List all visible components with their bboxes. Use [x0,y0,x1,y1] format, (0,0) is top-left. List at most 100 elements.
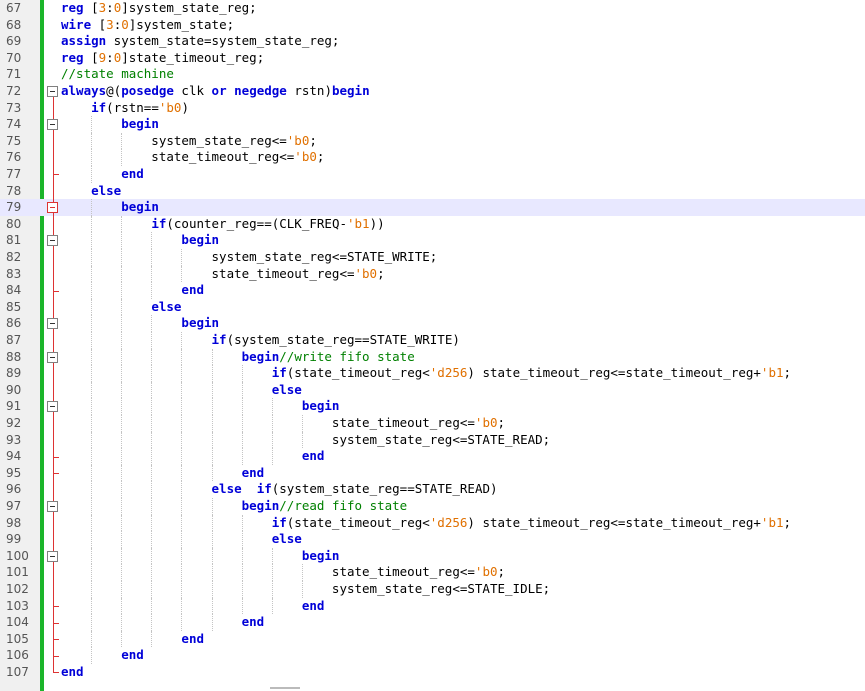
code-line[interactable]: 104 end [0,614,865,631]
indent-guide [91,315,93,332]
code-line[interactable]: 91 begin [0,398,865,415]
indent-guide [151,282,153,299]
code-line[interactable]: 85 else [0,299,865,316]
code-text: begin [181,232,220,248]
code-text: state_timeout_reg<='b0; [61,149,325,165]
fold-collapse-icon[interactable] [47,351,58,363]
code-text: end [181,630,204,646]
code-line[interactable]: 70 reg [9:0]state_timeout_reg; [0,50,865,67]
code-line[interactable]: 101 state_timeout_reg<='b0; [0,564,865,581]
indent-guide [121,431,123,449]
indent-guide [181,431,183,449]
indent-guide [211,415,213,432]
indent-guide [91,282,93,299]
code-line[interactable]: 79 begin [0,199,865,216]
code-text: begin//read fifo state [241,498,408,513]
indent-guide [301,415,303,432]
fold-collapse-icon[interactable] [47,501,58,512]
code-line[interactable]: 90 else [0,382,865,399]
code-line[interactable]: 83 state_timeout_reg<='b0; [0,266,865,283]
indent-guide [211,365,213,382]
code-line[interactable]: 94 end [0,448,865,465]
line-number: 72 [6,84,22,98]
indent-guide [121,149,123,166]
indent-guide [121,315,123,332]
line-number: 104 [6,615,29,630]
code-line[interactable]: 107 end [0,664,865,681]
indent-guide [91,597,93,615]
code-line[interactable]: 69 assign system_state=system_state_reg; [0,33,865,50]
line-number: 95 [6,465,22,480]
indent-guide [301,564,303,581]
code-line[interactable]: 71 //state machine [0,66,865,83]
indent-guide [91,614,93,631]
code-line[interactable]: 98 if(state_timeout_reg<'d256) state_tim… [0,515,865,532]
code-text: if(state_timeout_reg<'d256) state_timeou… [271,365,792,381]
code-line[interactable]: 67 reg [3:0]system_state_reg; [0,0,865,17]
indent-guide [91,348,93,366]
code-line[interactable]: 103 end [0,598,865,615]
fold-collapse-icon[interactable] [47,550,58,562]
code-text: reg [3:0]system_state_reg; [61,0,257,15]
fold-range-line [53,91,54,673]
code-line[interactable]: 81 begin [0,232,865,249]
code-line[interactable]: 92 state_timeout_reg<='b0; [0,415,865,432]
line-number: 97 [6,499,22,513]
indent-guide [181,381,183,399]
code-line[interactable]: 100 begin [0,548,865,565]
indent-guide [181,249,183,266]
indent-guide [151,464,153,482]
code-line[interactable]: 102 system_state_reg<=STATE_IDLE; [0,581,865,598]
indent-guide [241,431,243,449]
code-line[interactable]: 75 system_state_reg<='b0; [0,133,865,150]
code-line[interactable]: 89 if(state_timeout_reg<'d256) state_tim… [0,365,865,382]
fold-collapse-icon[interactable] [47,401,58,413]
code-line[interactable]: 88 begin//write fifo state [0,349,865,366]
code-text: begin [121,116,159,132]
indent-guide [271,597,273,615]
indent-guide [91,630,93,648]
code-line[interactable]: 68 wire [3:0]system_state; [0,17,865,34]
code-line[interactable]: 77 end [0,166,865,183]
code-line[interactable]: 73 if(rstn=='b0) [0,100,865,117]
code-line[interactable]: 80 if(counter_reg==(CLK_FREQ-'b1)) [0,216,865,233]
code-line[interactable]: 106 end [0,647,865,664]
code-line[interactable]: 82 system_state_reg<=STATE_WRITE; [0,249,865,266]
fold-collapse-icon[interactable] [47,235,58,247]
fold-collapse-icon[interactable] [47,86,58,97]
code-line[interactable]: 105 end [0,631,865,648]
indent-guide [91,232,93,249]
fold-collapse-icon[interactable] [47,318,58,330]
fold-end-marker [53,655,59,657]
indent-guide [151,498,153,515]
code-line[interactable]: 74 begin [0,116,865,133]
indent-guide [181,348,183,366]
indent-guide [271,415,273,432]
indent-guide [91,647,93,664]
code-line[interactable]: 99 else [0,531,865,548]
code-line[interactable]: 76 state_timeout_reg<='b0; [0,149,865,166]
indent-guide [181,481,183,498]
code-line[interactable]: 97 begin//read fifo state [0,498,865,515]
indent-guide [91,166,93,183]
code-line[interactable]: 72 always@(posedge clk or negedge rstn)be… [0,83,865,100]
code-editor[interactable]: 67 reg [3:0]system_state_reg; 68 wire [3:0]… [0,0,865,691]
indent-guide [91,381,93,399]
indent-guide [151,597,153,615]
code-text: state_timeout_reg<='b0; [61,415,506,430]
code-text: system_state_reg<=STATE_IDLE; [61,581,551,596]
code-line[interactable]: 93 system_state_reg<=STATE_READ; [0,432,865,449]
code-line[interactable]: 84 end [0,282,865,299]
code-line[interactable]: 96 else if(system_state_reg==STATE_READ) [0,481,865,498]
indent-guide [151,431,153,449]
fold-collapse-icon[interactable] [47,119,58,131]
fold-collapse-icon[interactable] [47,202,58,214]
code-line[interactable]: 86 begin [0,315,865,332]
code-line[interactable]: 95 end [0,465,865,482]
line-number: 84 [6,283,22,298]
line-number: 74 [6,117,22,132]
code-line[interactable]: 78 else [0,183,865,200]
line-number: 92 [6,416,22,430]
code-line[interactable]: 87 if(system_state_reg==STATE_WRITE) [0,332,865,349]
code-text: if(counter_reg==(CLK_FREQ-'b1)) [151,215,385,231]
